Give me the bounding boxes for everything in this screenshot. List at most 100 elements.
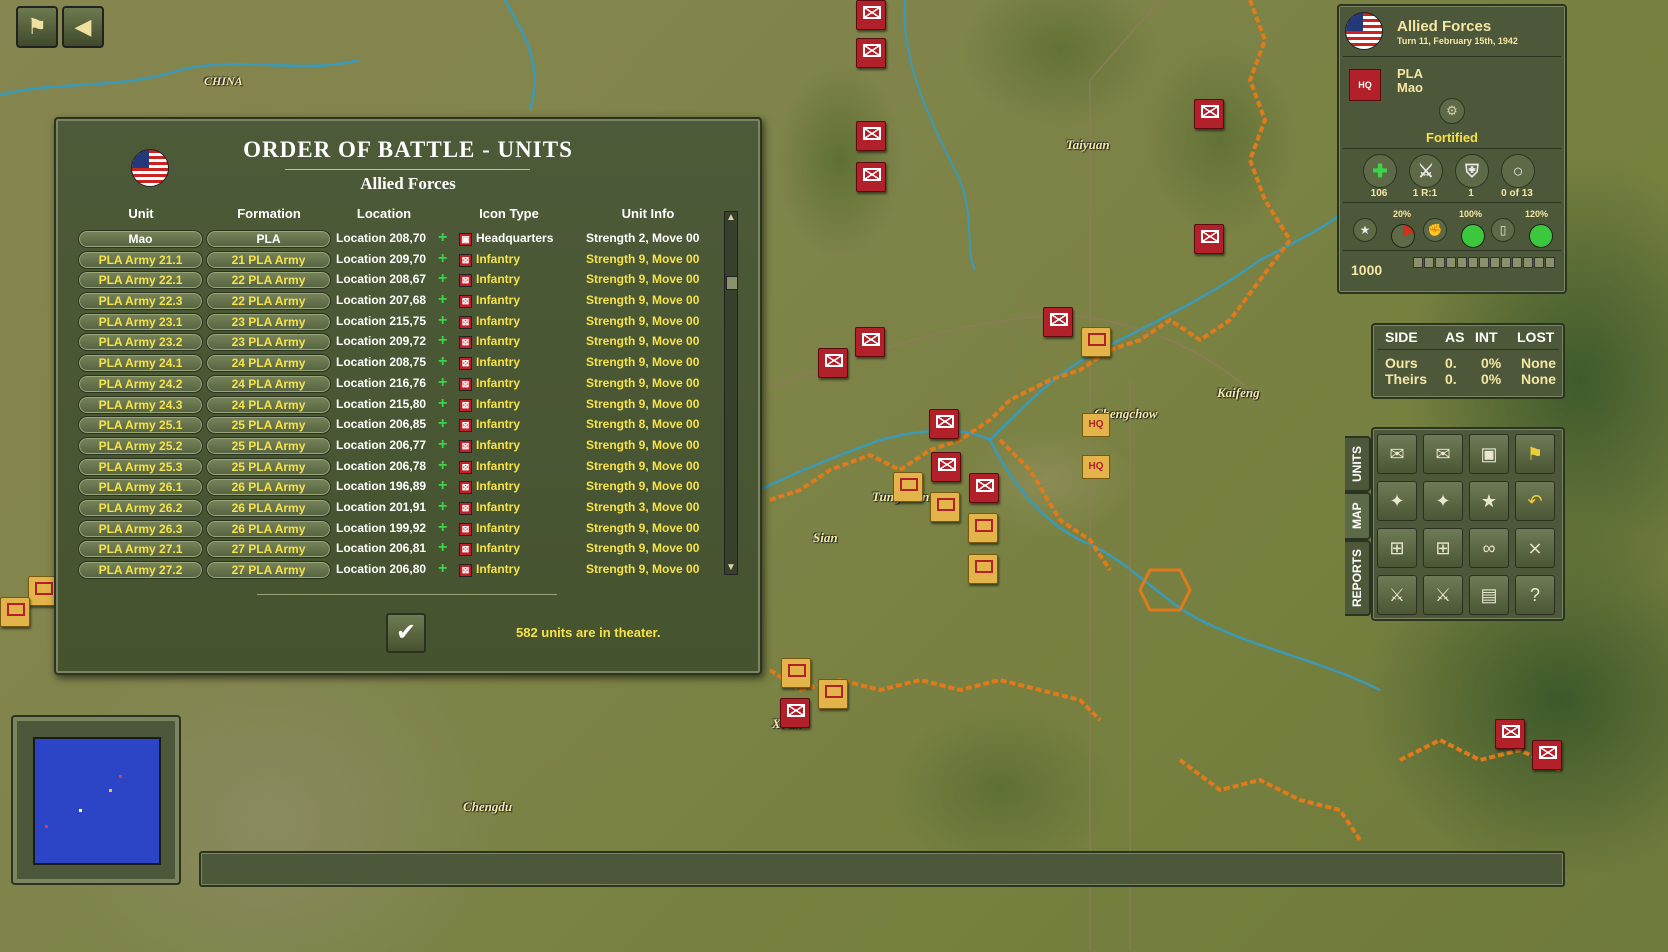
combat-report-icon[interactable]: ⚔ [1377,575,1417,615]
unit-counter[interactable] [1081,327,1111,357]
tab-units[interactable]: UNITS [1345,436,1371,492]
unit-name-button[interactable]: PLA Army 25.3 [78,457,203,476]
minimap[interactable] [11,715,181,885]
supply-plus-icon[interactable]: ✚ [1363,154,1397,188]
disband-icon[interactable]: ⨯ [1515,528,1555,568]
unit-name-button[interactable]: PLA Army 21.1 [78,250,203,269]
undo-icon[interactable]: ↶ [1515,481,1555,521]
unit-list-scrollbar[interactable]: ▲ ▼ [724,211,738,575]
unit-name-button[interactable]: Mao [78,230,203,248]
unit-counter[interactable] [856,162,886,192]
formation-button[interactable]: 22 PLA Army [206,292,331,311]
help-icon[interactable]: ? [1515,575,1555,615]
unit-name-button[interactable]: PLA Army 25.2 [78,436,203,455]
unit-counter[interactable] [856,121,886,151]
unit-counter[interactable] [1194,99,1224,129]
unit-counter[interactable] [929,409,959,439]
leader-star-icon[interactable]: ★ [1469,481,1509,521]
hq-counter[interactable]: HQ [1082,413,1110,437]
formation-button[interactable]: 26 PLA Army [206,519,331,538]
formation-button[interactable]: 26 PLA Army [206,478,331,497]
unit-counter[interactable] [1043,307,1073,337]
formation-tree-icon[interactable]: ⊞ [1423,528,1463,568]
unit-counter[interactable] [818,348,848,378]
unit-name-button[interactable]: PLA Army 27.1 [78,540,203,559]
hq-counter[interactable]: HQ [1082,455,1110,479]
end-turn-flag-icon[interactable]: ⚑ [1515,434,1555,474]
formation-button[interactable]: 24 PLA Army [206,374,331,393]
unit-counter[interactable] [969,473,999,503]
unit-name-button[interactable]: PLA Army 24.2 [78,374,203,393]
unit-icon-type: Infantry [476,417,521,432]
formation-button[interactable]: 24 PLA Army [206,395,331,414]
formation-button[interactable]: 25 PLA Army [206,457,331,476]
flag-icon[interactable]: ⚑ [16,6,58,48]
message-icon[interactable]: ▤ [1469,575,1509,615]
unit-name-button[interactable]: PLA Army 22.3 [78,292,203,311]
column-header-formation[interactable]: Formation [206,206,332,221]
back-arrow-icon[interactable]: ◀ [62,6,104,48]
defense-shield-icon[interactable]: ⛨ [1455,154,1489,188]
unit-counter[interactable] [1495,719,1525,749]
formation-button[interactable]: 26 PLA Army [206,498,331,517]
unit-list-icon[interactable]: ▣ [1469,434,1509,474]
unit-counter[interactable] [818,679,848,709]
unit-counter[interactable] [781,658,811,688]
unit-name-button[interactable]: PLA Army 26.3 [78,519,203,538]
supply-link-icon[interactable]: ∞ [1469,528,1509,568]
unit-counter[interactable] [968,554,998,584]
prev-leader-icon[interactable]: ✦ [1377,481,1417,521]
unit-icon-type: Infantry [476,375,521,390]
unit-name-button[interactable]: PLA Army 24.3 [78,395,203,414]
formation-button[interactable]: 23 PLA Army [206,312,331,331]
scroll-down-icon[interactable]: ▼ [725,562,737,574]
formation-button[interactable]: 21 PLA Army [206,250,331,269]
unit-name-button[interactable]: PLA Army 23.2 [78,333,203,352]
tab-map[interactable]: MAP [1345,492,1371,540]
formation-button[interactable]: 23 PLA Army [206,333,331,352]
unit-counter[interactable] [1194,224,1224,254]
unit-counter[interactable] [968,513,998,543]
column-header-location[interactable]: Location [336,206,432,221]
unit-counter[interactable] [856,38,886,68]
unit-counter[interactable] [0,597,30,627]
unit-location: Location 206,85 [336,417,427,432]
column-header-unit-info[interactable]: Unit Info [586,206,710,221]
tab-reports[interactable]: REPORTS [1345,540,1371,616]
scroll-thumb[interactable] [726,276,738,290]
checkmark-icon[interactable]: ✔ [386,613,426,653]
unit-name-button[interactable]: PLA Army 27.2 [78,561,203,579]
unit-counter[interactable] [855,327,885,357]
column-header-icon-type[interactable]: Icon Type [456,206,562,221]
battle-log-icon[interactable]: ⚔ [1423,575,1463,615]
formation-button[interactable]: 25 PLA Army [206,416,331,435]
formation-button[interactable]: 24 PLA Army [206,354,331,373]
unit-counter[interactable] [780,698,810,728]
formation-button[interactable]: 25 PLA Army [206,436,331,455]
next-leader-icon[interactable]: ✦ [1423,481,1463,521]
column-header-unit[interactable]: Unit [78,206,204,221]
next-unit-icon[interactable]: ✉ [1423,434,1463,474]
unit-name-button[interactable]: PLA Army 23.1 [78,312,203,331]
formation-button[interactable]: 27 PLA Army [206,561,331,579]
unit-name-button[interactable]: PLA Army 26.1 [78,478,203,497]
unit-name-button[interactable]: PLA Army 26.2 [78,498,203,517]
rail-icon[interactable]: ⚙ [1439,98,1465,124]
readiness-ring-icon[interactable]: ○ [1501,154,1535,188]
unit-name-button[interactable]: PLA Army 24.1 [78,354,203,373]
unit-counter[interactable] [1532,740,1562,770]
unit-name-button[interactable]: PLA Army 22.1 [78,271,203,290]
unit-counter[interactable] [931,452,961,482]
formation-button[interactable]: 27 PLA Army [206,540,331,559]
unit-counter[interactable] [856,0,886,30]
unit-counter[interactable] [893,472,923,502]
unit-name-button[interactable]: PLA Army 25.1 [78,416,203,435]
scroll-up-icon[interactable]: ▲ [725,212,737,224]
unit-counter[interactable] [930,492,960,522]
formation-button[interactable]: PLA [206,230,331,248]
hierarchy-icon[interactable]: ⊞ [1377,528,1417,568]
prev-unit-icon[interactable]: ✉ [1377,434,1417,474]
attack-swords-icon[interactable]: ⚔ [1409,154,1443,188]
minimap-view[interactable] [33,737,161,865]
formation-button[interactable]: 22 PLA Army [206,271,331,290]
